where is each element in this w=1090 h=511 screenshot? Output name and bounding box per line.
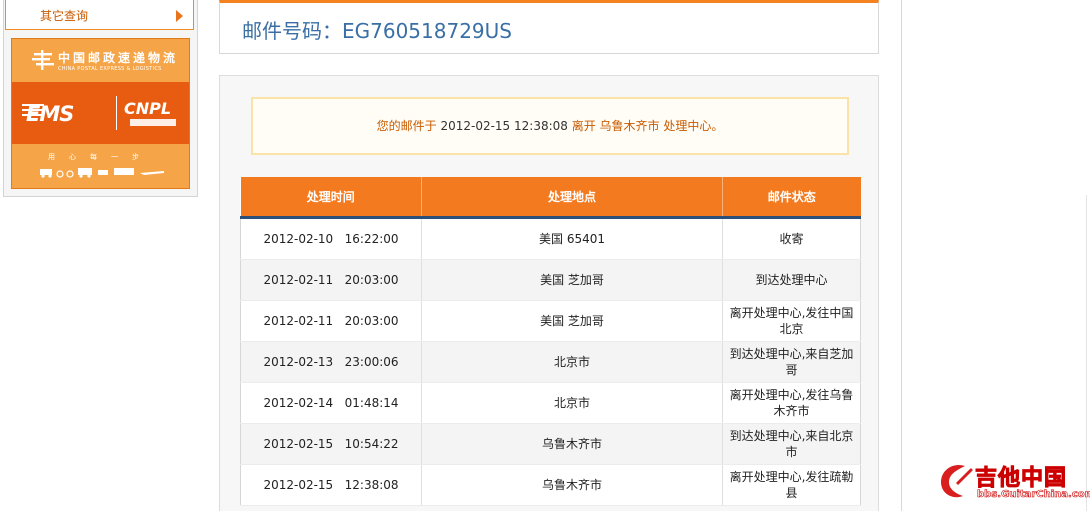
cell-status: 收寄: [722, 217, 861, 260]
cell-time: 2012-02-15 12:38:08: [240, 464, 422, 506]
cell-location: 乌鲁木齐市: [421, 423, 723, 465]
cell-time: 2012-02-11 20:03:00: [240, 259, 422, 301]
cell-status: 到达处理中心,来自芝加哥: [722, 341, 861, 383]
table-header-row: 处理时间 处理地点 邮件状态: [240, 177, 861, 219]
page-title: 邮件号码：EG760518729US: [242, 15, 512, 44]
table-row: 2012-02-15 12:38:08 乌鲁木齐市 离开处理中心,发往疏勒县: [240, 464, 861, 506]
logo-divider: [116, 96, 117, 130]
cell-location: 北京市: [421, 341, 723, 383]
cell-location: 乌鲁木齐市: [421, 464, 723, 506]
guitar-logo-icon: [941, 464, 973, 498]
tracking-number: EG760518729US: [342, 19, 512, 43]
banner-slogan: 用心每一步: [48, 153, 153, 161]
sidebar-item-label: 其它查询: [40, 9, 89, 23]
table-row: 2012-02-14 01:48:14 北京市 离开处理中心,发往乌鲁木齐市: [240, 382, 861, 424]
table-row: 2012-02-11 20:03:00 美国 芝加哥 离开处理中心,发往中国北京: [240, 300, 861, 342]
table-row: 2012-02-13 23:00:06 北京市 到达处理中心,来自芝加哥: [240, 341, 861, 383]
cell-location: 美国 65401: [421, 217, 723, 260]
tracking-table: 处理时间 处理地点 邮件状态 2012-02-10 16:22:00 美国 65…: [240, 177, 861, 506]
banner-cn-name: 中国邮政速递物流: [58, 51, 179, 65]
cell-time: 2012-02-13 23:00:06: [240, 341, 422, 383]
sidebar-item-other-query[interactable]: 其它查询: [5, 0, 194, 30]
scrollbar-track-edge: [1086, 195, 1087, 511]
column-header-time: 处理时间: [240, 177, 422, 219]
cell-location: 美国 芝加哥: [421, 300, 723, 342]
sidebar: 其它查询 中国邮政速递物流 CHINA POSTAL EXPRESS & LOG…: [3, 0, 198, 197]
china-post-logo-icon: [32, 50, 54, 70]
mail-number-header: 邮件号码：EG760518729US: [219, 0, 879, 54]
banner-en-name: CHINA POSTAL EXPRESS & LOGISTICS: [58, 66, 162, 72]
column-header-location: 处理地点: [421, 177, 723, 219]
table-row: 2012-02-10 16:22:00 美国 65401 收寄: [240, 217, 861, 260]
site-watermark: 吉他中国 bbs.GuitarChina.com: [935, 460, 1090, 504]
cnpl-logo: CNPL: [124, 99, 172, 118]
cell-status: 离开处理中心,发往疏勒县: [722, 464, 861, 506]
table-row: 2012-02-11 20:03:00 美国 芝加哥 到达处理中心: [240, 259, 861, 301]
banner-top: 中国邮政速递物流 CHINA POSTAL EXPRESS & LOGISTIC…: [12, 39, 189, 82]
ems-logo: EMS: [26, 102, 74, 126]
cell-status: 离开处理中心,发往中国北京: [722, 300, 861, 342]
tracking-label: 邮件号码：: [242, 19, 342, 43]
cell-status: 到达处理中心: [722, 259, 861, 301]
cell-time: 2012-02-10 16:22:00: [240, 217, 422, 260]
cell-status: 到达处理中心,来自北京市: [722, 423, 861, 465]
chevron-right-icon: [176, 10, 183, 22]
column-header-status: 邮件状态: [722, 177, 861, 219]
table-row: 2012-02-15 10:54:22 乌鲁木齐市 到达处理中心,来自北京市: [240, 423, 861, 465]
cell-time: 2012-02-15 10:54:22: [240, 423, 422, 465]
cell-status: 离开处理中心,发往乌鲁木齐市: [722, 382, 861, 424]
cell-time: 2012-02-11 20:03:00: [240, 300, 422, 342]
cell-time: 2012-02-14 01:48:14: [240, 382, 422, 424]
tracking-result-panel: 您的邮件于 2012-02-15 12:38:08 离开 乌鲁木齐市 处理中心。…: [219, 75, 879, 511]
ems-banner[interactable]: 中国邮政速递物流 CHINA POSTAL EXPRESS & LOGISTIC…: [11, 38, 190, 189]
vehicles-icon: [40, 168, 164, 178]
status-suffix: 离开 乌鲁木齐市 处理中心。: [571, 119, 724, 133]
cell-location: 美国 芝加哥: [421, 259, 723, 301]
status-prefix: 您的邮件于: [376, 119, 437, 133]
banner-middle: EMS CNPL: [12, 82, 189, 144]
status-time: 2012-02-15 12:38:08: [440, 119, 568, 133]
watermark-text: 吉他中国: [974, 466, 1068, 492]
banner-bottom: 用心每一步: [12, 144, 189, 188]
right-divider: [901, 0, 902, 511]
watermark-url: bbs.GuitarChina.com: [977, 489, 1090, 501]
cnpl-subtitle-bar: [130, 119, 176, 126]
status-summary: 您的邮件于 2012-02-15 12:38:08 离开 乌鲁木齐市 处理中心。: [251, 97, 849, 155]
cell-location: 北京市: [421, 382, 723, 424]
